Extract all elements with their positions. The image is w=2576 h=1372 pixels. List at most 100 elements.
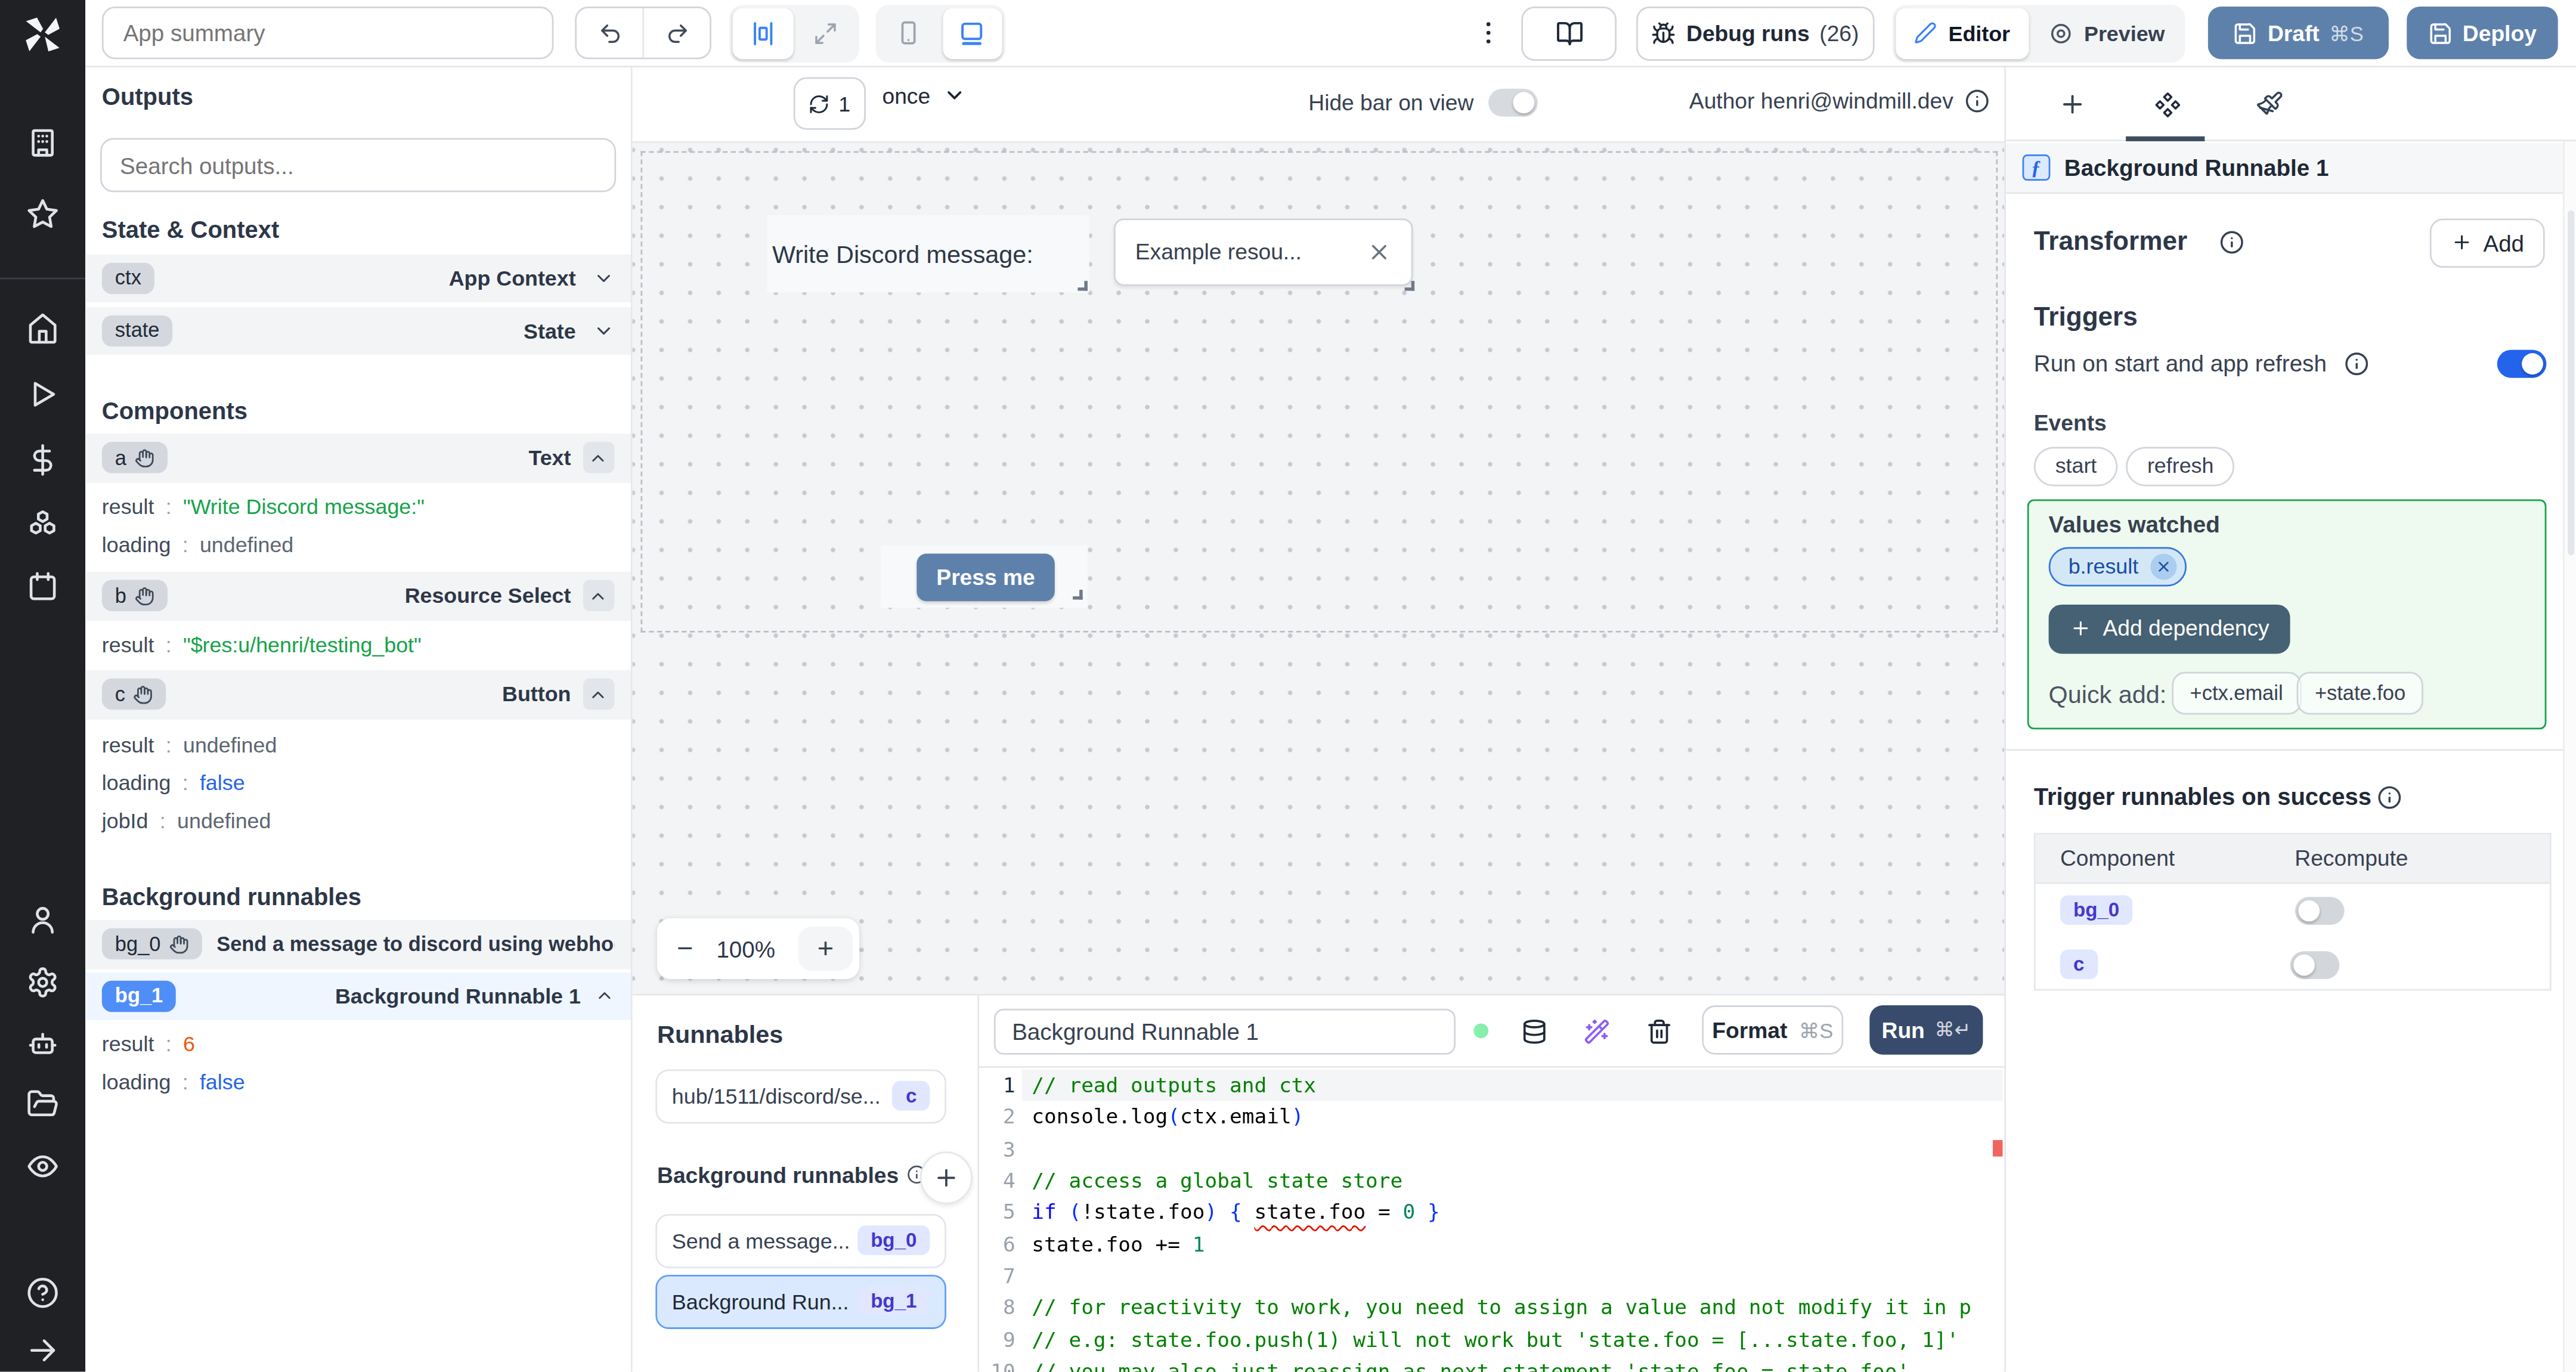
run-button[interactable]: Run⌘↵ [1869,1005,1983,1055]
state-expand-chevron-icon[interactable] [592,320,614,342]
center-layout-button[interactable] [733,7,793,58]
add-transformer-button[interactable]: Add [2430,218,2545,267]
trigger-success-info-icon[interactable] [2377,785,2402,809]
variables-icon[interactable] [26,444,59,476]
runs-icon[interactable] [26,378,59,411]
info-icon[interactable] [1965,88,1989,112]
runnable-bg1-badge: bg_1 [857,1286,930,1316]
add-background-runnable-button[interactable] [920,1151,973,1203]
resize-handle[interactable] [1405,281,1415,291]
run-mode-select[interactable]: once [882,83,966,107]
runnable-bg0-card[interactable]: Send a message... bg_0 [655,1213,946,1268]
workers-icon[interactable] [26,1027,59,1060]
chevron-up-icon[interactable] [594,986,614,1006]
code-line-10[interactable]: 10// you may also just reassign as next … [979,1355,2002,1372]
component-c-collapse-button[interactable] [583,679,614,710]
output-row-b[interactable]: b Resource Select [85,572,630,620]
output-row-ctx[interactable]: ctx App Context [85,254,630,302]
runnable-bg1-card[interactable]: Background Run... bg_1 [655,1274,946,1328]
text-component[interactable]: Write Discord message: [767,215,1089,292]
styling-tab-icon[interactable] [2256,89,2284,117]
zoom-out-button[interactable]: − [677,933,693,965]
centered-icon [749,19,777,47]
transformer-info-icon[interactable] [2219,229,2244,253]
code-line-3[interactable]: 3 [979,1133,2002,1165]
format-button[interactable]: Format⌘S [1702,1005,1843,1055]
run-on-start-toggle[interactable] [2497,350,2547,378]
help-icon[interactable] [26,1277,59,1309]
button-component[interactable]: Press me [881,546,1088,608]
panel-scrollbar[interactable] [2563,141,2576,1372]
redo-button[interactable] [644,8,710,58]
output-row-bg0[interactable]: bg_0 Send a message to discord using web… [85,920,630,968]
user-icon[interactable] [26,903,59,936]
docs-button[interactable] [1521,6,1617,60]
component-a-collapse-button[interactable] [583,442,614,473]
component-settings-tab-icon[interactable] [2154,89,2182,117]
folders-icon[interactable] [26,1088,59,1120]
ctx-expand-chevron-icon[interactable] [592,267,614,289]
dependency-chip[interactable]: b.result [2049,546,2186,586]
code-line-6[interactable]: 6state.foo += 1 [979,1228,2002,1259]
debug-runs-button[interactable]: Debug runs(26) [1636,6,1874,60]
quick-add-state-chip[interactable]: +state.foo [2297,671,2424,714]
home-icon[interactable] [26,312,59,345]
output-row-bg1[interactable]: bg_1 Background Runnable 1 [85,972,630,1020]
search-outputs-input[interactable] [100,138,616,192]
output-row-c[interactable]: c Button [85,670,630,718]
cache-icon[interactable] [1521,1018,1547,1044]
ai-assistant-icon[interactable] [1584,1018,1610,1044]
code-line-8[interactable]: 8// for reactivity to work, you need to … [979,1292,2002,1323]
resources-icon[interactable] [26,506,59,539]
run-on-start-info-icon[interactable] [2345,351,2369,375]
code-line-1[interactable]: 1// read outputs and ctx [979,1069,2002,1101]
zoom-level: 100% [716,936,775,962]
output-row-state[interactable]: state State [85,306,630,355]
component-b-collapse-button[interactable] [583,580,614,611]
code-line-7[interactable]: 7 [979,1260,2002,1292]
add-dependency-button[interactable]: Add dependency [2049,603,2291,653]
quick-add-ctx-chip[interactable]: +ctx.email [2172,671,2301,714]
resize-handle[interactable] [1073,590,1083,600]
redo-icon [664,20,689,45]
code-area[interactable]: 1// read outputs and ctx2console.log(ctx… [979,1069,2002,1372]
full-width-button[interactable] [796,7,856,58]
refresh-count-button[interactable]: 1 [794,77,866,129]
desktop-view-button[interactable] [942,7,1002,58]
mobile-view-button[interactable] [879,7,939,58]
settings-icon[interactable] [26,966,59,999]
resource-select-component[interactable]: Example resou... [1110,215,1416,292]
runnable-name-input[interactable] [994,1008,1456,1054]
audit-logs-icon[interactable] [26,1150,59,1183]
workspace-icon[interactable] [26,126,59,159]
press-me-button[interactable]: Press me [917,553,1054,600]
resize-handle[interactable] [1078,281,1088,291]
collapse-sidebar-icon[interactable] [26,1334,59,1367]
zoom-in-button[interactable]: + [798,927,853,971]
remove-dependency-button[interactable] [2150,553,2176,579]
undo-button[interactable] [577,8,644,58]
runnable-hub-card[interactable]: hub/1511/discord/se... c [655,1069,946,1123]
editor-tab[interactable]: Editor [1896,7,2028,58]
preview-tab[interactable]: Preview [2032,7,2181,58]
favorites-icon[interactable] [26,197,59,230]
insert-component-tab-icon[interactable] [2058,89,2086,117]
schedules-icon[interactable] [26,570,59,603]
deploy-button[interactable]: Deploy [2407,7,2558,59]
draft-button[interactable]: Draft⌘S [2208,7,2389,59]
code-line-2[interactable]: 2console.log(ctx.email) [979,1101,2002,1132]
code-line-4[interactable]: 4// access a global state store [979,1165,2002,1196]
bg0-recompute-toggle[interactable] [2295,896,2345,924]
windmill-logo-icon[interactable] [21,13,64,56]
code-line-9[interactable]: 9// e.g: state.foo.push(1) will not work… [979,1323,2002,1355]
more-menu-icon[interactable] [1473,18,1503,48]
code-line-5[interactable]: 5if (!state.foo) { state.foo = 0 } [979,1196,2002,1228]
scrollbar-thumb[interactable] [2567,210,2574,556]
output-row-a[interactable]: a Text [85,433,630,482]
delete-icon[interactable] [1646,1018,1673,1044]
app-canvas[interactable]: Write Discord message: Example resou... … [633,143,2005,993]
c-recompute-toggle[interactable] [2290,950,2339,978]
hide-bar-toggle[interactable] [1488,88,1538,116]
app-summary-input[interactable] [102,7,554,59]
clear-select-icon[interactable] [1367,240,1391,264]
